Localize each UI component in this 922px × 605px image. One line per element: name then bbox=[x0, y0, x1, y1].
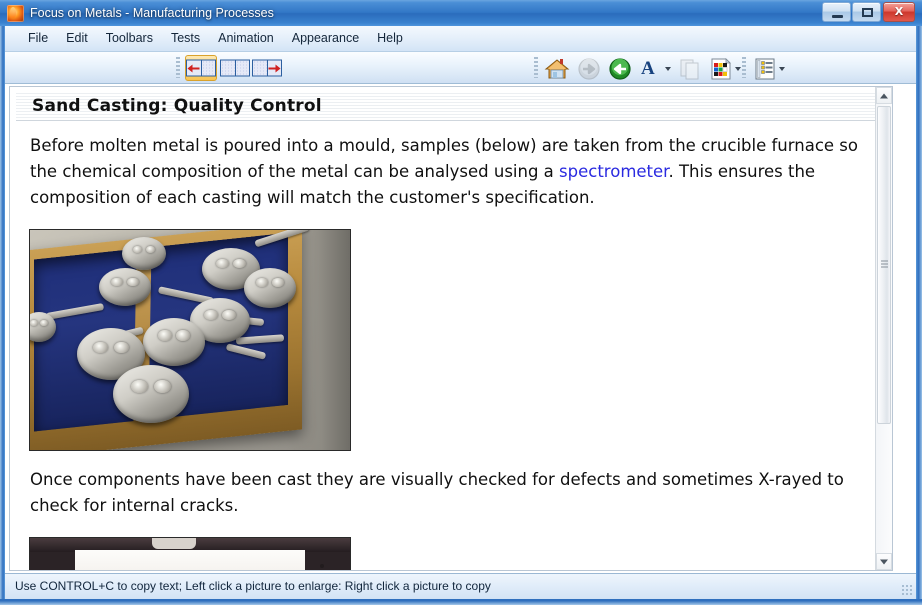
photo-xray-inspection-equipment[interactable] bbox=[29, 537, 351, 570]
forward-button[interactable] bbox=[573, 55, 603, 81]
pane-split-button[interactable] bbox=[219, 55, 251, 81]
copy-button[interactable] bbox=[674, 55, 704, 81]
copy-pages-icon bbox=[680, 59, 699, 80]
resize-grip-icon[interactable] bbox=[901, 584, 913, 596]
sample-disc bbox=[122, 237, 166, 270]
font-button[interactable]: A bbox=[635, 55, 675, 81]
spectrometer-link[interactable]: spectrometer bbox=[559, 162, 668, 181]
sample-disc bbox=[244, 268, 296, 308]
back-button[interactable] bbox=[604, 55, 634, 81]
chevron-down-icon[interactable] bbox=[779, 67, 785, 71]
photo-metal-samples-in-wooden-crate[interactable] bbox=[29, 229, 351, 451]
toolbar: A bbox=[5, 52, 916, 84]
scroll-down-arrow-icon[interactable] bbox=[876, 553, 892, 570]
back-arrow-icon bbox=[609, 58, 631, 80]
scroll-up-arrow-icon[interactable] bbox=[876, 87, 892, 104]
forward-arrow-icon bbox=[578, 58, 600, 80]
sample-disc bbox=[143, 318, 205, 366]
xray-machine-lit-panel bbox=[74, 550, 306, 570]
close-icon: X bbox=[894, 5, 904, 18]
colour-button[interactable] bbox=[705, 55, 745, 81]
home-icon bbox=[544, 59, 570, 79]
pane-right-button[interactable] bbox=[251, 55, 283, 81]
menu-item-appearance[interactable]: Appearance bbox=[283, 26, 368, 51]
vertical-scrollbar[interactable] bbox=[875, 87, 892, 570]
page-title: Sand Casting: Quality Control bbox=[16, 91, 888, 121]
status-bar: Use CONTROL+C to copy text; Left click a… bbox=[5, 573, 916, 599]
list-button[interactable] bbox=[749, 55, 789, 81]
menu-item-edit[interactable]: Edit bbox=[57, 26, 97, 51]
pane-right-arrow-icon bbox=[252, 59, 282, 77]
menu-item-file[interactable]: File bbox=[19, 26, 57, 51]
xray-machine-notch bbox=[151, 538, 196, 549]
scrollbar-grip bbox=[881, 260, 888, 270]
status-message: Use CONTROL+C to copy text; Left click a… bbox=[15, 579, 491, 593]
toolbar-gripper-left[interactable] bbox=[176, 57, 180, 78]
menu-item-animation[interactable]: Animation bbox=[209, 26, 283, 51]
title-bar[interactable]: Focus on Metals - Manufacturing Processe… bbox=[0, 0, 922, 26]
colour-palette-page-icon bbox=[711, 58, 731, 80]
maximize-button[interactable] bbox=[852, 2, 881, 22]
paragraph-inspection: Once components have been cast they are … bbox=[30, 470, 844, 515]
chevron-down-icon[interactable] bbox=[735, 67, 741, 71]
flame-app-icon bbox=[7, 5, 24, 22]
scrollbar-thumb[interactable] bbox=[877, 106, 891, 424]
menu-item-help[interactable]: Help bbox=[368, 26, 412, 51]
window-title: Focus on Metals - Manufacturing Processe… bbox=[30, 6, 274, 20]
minimize-button[interactable] bbox=[822, 2, 851, 22]
content-pane: Sand Casting: Quality Control Before mol… bbox=[9, 86, 893, 571]
minimize-icon bbox=[832, 15, 843, 18]
pane-left-arrow-icon bbox=[186, 59, 216, 77]
chevron-down-icon[interactable] bbox=[665, 67, 671, 71]
paragraph-intro: Before molten metal is poured into a mou… bbox=[10, 133, 892, 211]
home-button[interactable] bbox=[541, 55, 571, 81]
window-frame-bottom-edge bbox=[0, 599, 922, 605]
client-area: File Edit Toolbars Tests Animation Appearance… bbox=[5, 26, 916, 599]
close-button[interactable]: X bbox=[883, 2, 915, 22]
maximize-icon bbox=[862, 8, 873, 17]
sample-disc bbox=[113, 365, 189, 423]
toolbar-gripper-right[interactable] bbox=[534, 57, 538, 78]
document-viewport: Sand Casting: Quality Control Before mol… bbox=[10, 87, 892, 570]
application-window: Focus on Metals - Manufacturing Processe… bbox=[0, 0, 922, 605]
toolbar-gripper-right-2[interactable] bbox=[742, 57, 746, 78]
sample-disc bbox=[99, 268, 151, 306]
menu-bar: File Edit Toolbars Tests Animation Appearance… bbox=[5, 26, 916, 52]
list-page-icon bbox=[755, 58, 775, 80]
menu-item-tests[interactable]: Tests bbox=[162, 26, 209, 51]
menu-item-toolbars[interactable]: Toolbars bbox=[97, 26, 162, 51]
pane-split-icon bbox=[220, 59, 250, 77]
font-a-icon: A bbox=[641, 58, 655, 79]
window-frame-right-edge bbox=[916, 0, 922, 605]
pane-left-button[interactable] bbox=[185, 55, 217, 81]
xray-machine-button bbox=[320, 564, 325, 568]
